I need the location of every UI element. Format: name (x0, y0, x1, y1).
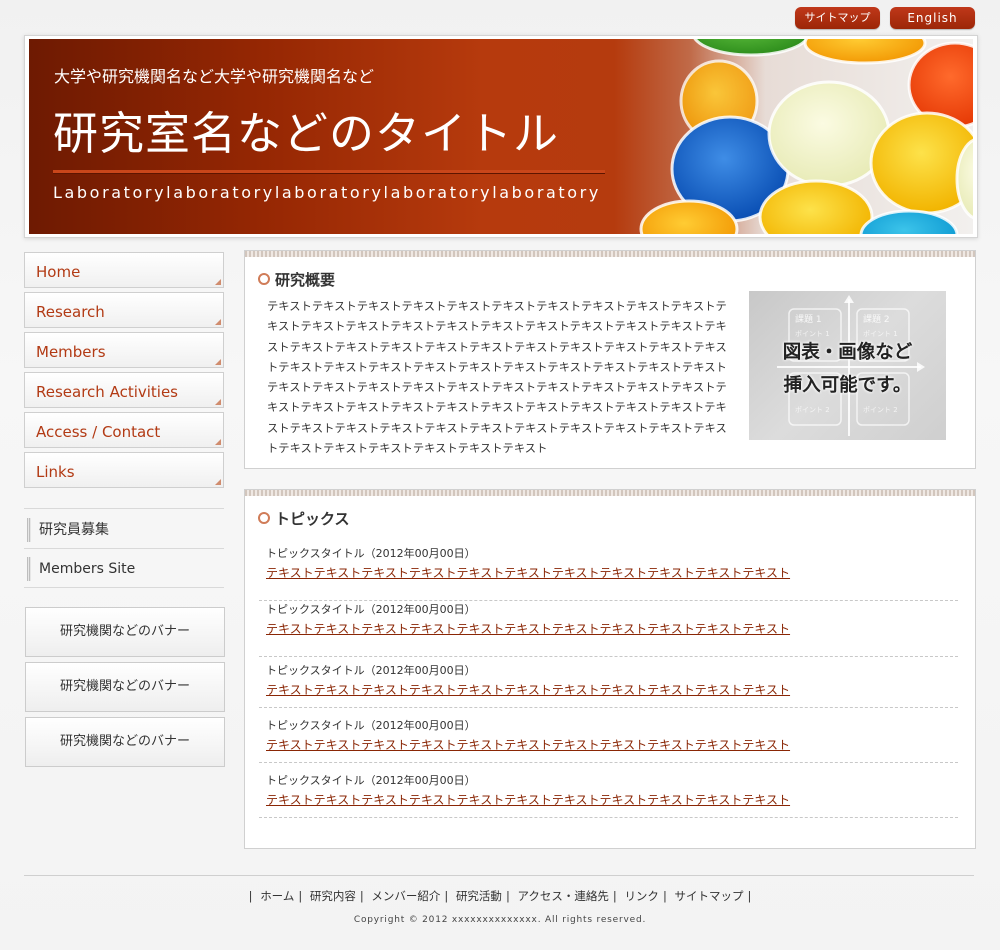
research-heading: 研究概要 (258, 269, 335, 290)
footer-separator: | (298, 889, 303, 903)
nav-access-contact[interactable]: Access / Contact (24, 412, 224, 448)
sub-link-members-site[interactable]: Members Site (24, 549, 224, 588)
figure-label-line1: 図表・画像など (782, 342, 913, 363)
footer-separator: | (248, 889, 253, 903)
nav-label: Home (36, 263, 81, 281)
footer-link-activities[interactable]: 研究活動 (456, 889, 502, 903)
nav-members[interactable]: Members (24, 332, 224, 368)
section-stripe (245, 251, 975, 257)
task2-text: 課題 2 (863, 315, 890, 325)
footer-separator: | (662, 889, 667, 903)
corner-arrow-icon (215, 359, 221, 365)
footer-separator: | (505, 889, 510, 903)
topic-item: トピックスタイトル（2012年00月00日） テキストテキストテキストテキストテ… (259, 545, 958, 601)
sub-link-label: Members Site (39, 561, 136, 577)
header-divider (53, 170, 605, 174)
topic-link[interactable]: テキストテキストテキストテキストテキストテキストテキストテキストテキストテキスト… (266, 791, 790, 808)
figure-label-line2: 挿入可能です。 (783, 375, 912, 396)
footer-nav: | ホーム | 研究内容 | メンバー紹介 | 研究活動 | アクセス・連絡先 | リンク… (0, 888, 1000, 904)
nav-research-activities[interactable]: Research Activities (24, 372, 224, 408)
corner-arrow-icon (215, 319, 221, 325)
topic-link[interactable]: テキストテキストテキストテキストテキストテキストテキストテキストテキストテキスト… (266, 620, 790, 637)
nav-label: Members (36, 343, 106, 361)
section-stripe (245, 490, 975, 496)
copyright: Copyright © 2012 xxxxxxxxxxxxxx. All rig… (353, 915, 647, 925)
nav-home[interactable]: Home (24, 252, 224, 288)
topic-link[interactable]: テキストテキストテキストテキストテキストテキストテキストテキストテキストテキスト… (266, 681, 790, 698)
footer-divider (24, 875, 974, 876)
corner-arrow-icon (215, 479, 221, 485)
circle-bullet-icon (258, 273, 270, 285)
topic-item: トピックスタイトル（2012年00月00日） テキストテキストテキストテキストテ… (259, 772, 958, 818)
english-button[interactable]: English (890, 7, 975, 29)
task1-text: 課題 1 (795, 315, 822, 325)
footer-link-members[interactable]: メンバー紹介 (371, 889, 440, 903)
bar-marker-icon (27, 518, 31, 542)
nav-research[interactable]: Research (24, 292, 224, 328)
nav-links[interactable]: Links (24, 452, 224, 488)
corner-arrow-icon (215, 399, 221, 405)
topic-title: トピックスタイトル（2012年00月00日） (266, 719, 476, 732)
institution-banner-1[interactable]: 研究機関などのバナー (25, 607, 225, 657)
sub-link-label: 研究員募集 (39, 522, 109, 538)
topic-item: トピックスタイトル（2012年00月00日） テキストテキストテキストテキストテ… (259, 717, 958, 763)
divider (24, 508, 224, 509)
research-body-text: テキストテキストテキストテキストテキストテキストテキストテキストテキストテキスト… (267, 300, 727, 456)
topic-item: トピックスタイトル（2012年00月00日） テキストテキストテキストテキストテ… (259, 601, 958, 657)
topics-heading: トピックス (258, 508, 350, 529)
topics-heading-text: トピックス (275, 510, 350, 528)
footer-separator: | (612, 889, 617, 903)
topic-link[interactable]: テキストテキストテキストテキストテキストテキストテキストテキストテキストテキスト… (266, 564, 790, 581)
footer-link-research[interactable]: 研究内容 (310, 889, 356, 903)
institution-subtitle: 大学や研究機関名など大学や研究機関名など (54, 67, 375, 86)
point2-text: ポイント 2 (863, 406, 898, 414)
footer-separator: | (747, 889, 752, 903)
circle-bullet-icon (258, 512, 270, 524)
header-banner: 大学や研究機関名など大学や研究機関名など 研究室名などのタイトル Laborat… (24, 35, 978, 238)
footer-link-home[interactable]: ホーム (260, 889, 294, 903)
footer-link-access[interactable]: アクセス・連絡先 (517, 889, 608, 903)
research-heading-text: 研究概要 (275, 271, 336, 289)
nav-label: Research (36, 303, 105, 321)
corner-arrow-icon (215, 439, 221, 445)
topic-title: トピックスタイトル（2012年00月00日） (266, 603, 476, 616)
topic-link[interactable]: テキストテキストテキストテキストテキストテキストテキストテキストテキストテキスト… (266, 736, 790, 753)
topic-title: トピックスタイトル（2012年00月00日） (266, 547, 476, 560)
footer-separator: | (444, 889, 449, 903)
lab-title: 研究室名などのタイトル (53, 107, 560, 160)
topic-title: トピックスタイトル（2012年00月00日） (266, 664, 476, 677)
nav-label: Links (36, 463, 75, 481)
topic-item: トピックスタイトル（2012年00月00日） テキストテキストテキストテキストテ… (259, 662, 958, 708)
footer-link-sitemap[interactable]: サイトマップ (674, 889, 743, 903)
footer-link-links[interactable]: リンク (624, 889, 659, 903)
header-image: 大学や研究機関名など大学や研究機関名など 研究室名などのタイトル Laborat… (29, 39, 973, 234)
institution-banner-3[interactable]: 研究機関などのバナー (25, 717, 225, 767)
institution-banner-2[interactable]: 研究機関などのバナー (25, 662, 225, 712)
lab-english-name: Laboratorylaboratorylaboratorylaboratory… (53, 183, 601, 202)
point2-text: ポイント 2 (795, 406, 830, 414)
figure-placeholder-image: 課題 1 課題 2 ポイント 1 ポイント 1 ポイント 2 ポイント 2 図表… (749, 291, 946, 440)
corner-arrow-icon (215, 279, 221, 285)
diagram-graphic (777, 295, 925, 436)
nav-label: Access / Contact (36, 423, 161, 441)
topics-section: トピックス トピックスタイトル（2012年00月00日） テキストテキストテキス… (244, 489, 976, 849)
research-overview-section: 研究概要 テキストテキストテキストテキストテキストテキストテキストテキストテキス… (244, 250, 976, 469)
bar-marker-icon (27, 557, 31, 581)
sitemap-button[interactable]: サイトマップ (795, 7, 880, 29)
nav-label: Research Activities (36, 383, 179, 401)
topic-title: トピックスタイトル（2012年00月00日） (266, 774, 476, 787)
sub-link-recruitment[interactable]: 研究員募集 (24, 510, 224, 549)
footer-separator: | (359, 889, 364, 903)
